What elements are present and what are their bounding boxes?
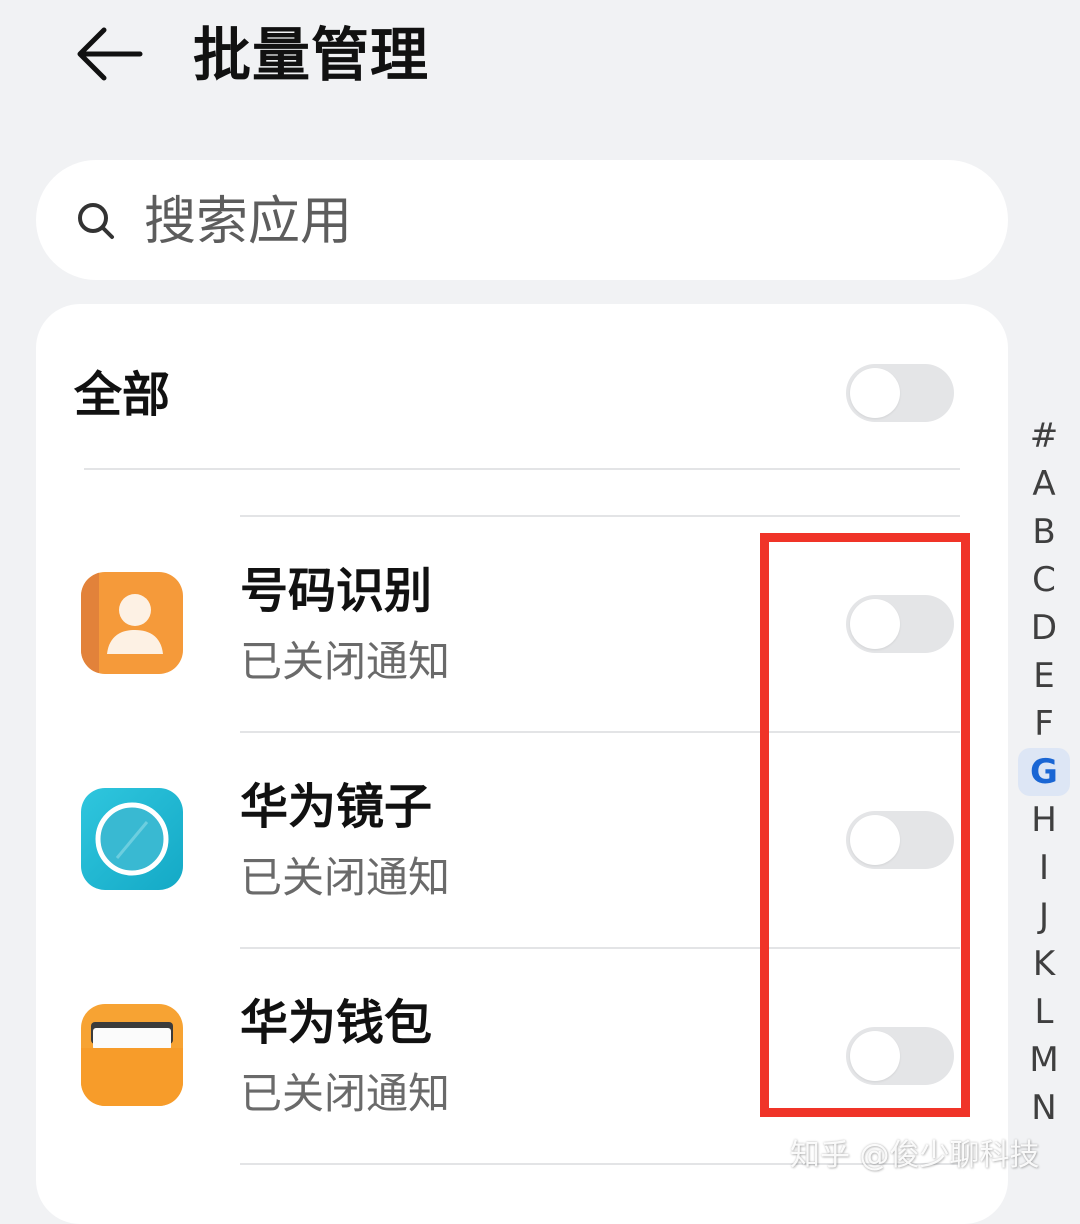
index-letter[interactable]: J: [1018, 892, 1070, 940]
index-letter[interactable]: A: [1018, 460, 1070, 508]
index-letter[interactable]: #: [1018, 412, 1070, 460]
app-name: 号码识别: [240, 563, 433, 619]
alphabet-index-bar[interactable]: # A B C D E F G H I J K L M N: [1018, 412, 1070, 1132]
index-letter[interactable]: N: [1018, 1084, 1070, 1132]
watermark: 知乎 @俊少聊科技: [790, 1138, 1040, 1173]
app-status: 已关闭通知: [240, 853, 451, 902]
wallet-icon: [81, 1004, 183, 1106]
highlight-box: [760, 533, 970, 1117]
index-letter[interactable]: M: [1018, 1036, 1070, 1084]
app-status: 已关闭通知: [240, 1069, 451, 1118]
search-icon: [78, 203, 114, 239]
contact-person-icon: [81, 572, 183, 674]
title-bar: 批量管理: [0, 0, 1080, 120]
index-letter[interactable]: I: [1018, 844, 1070, 892]
all-label: 全部: [74, 367, 171, 423]
index-letter[interactable]: H: [1018, 796, 1070, 844]
index-letter-active[interactable]: G: [1018, 748, 1070, 796]
index-letter[interactable]: K: [1018, 940, 1070, 988]
divider: [84, 468, 960, 470]
back-button[interactable]: [70, 20, 146, 90]
page-title: 批量管理: [193, 21, 430, 89]
app-name: 华为钱包: [240, 995, 433, 1051]
index-letter[interactable]: F: [1018, 700, 1070, 748]
index-letter[interactable]: D: [1018, 604, 1070, 652]
index-letter[interactable]: C: [1018, 556, 1070, 604]
app-name: 华为镜子: [240, 779, 433, 835]
arrow-left-icon: [77, 27, 143, 81]
index-letter[interactable]: E: [1018, 652, 1070, 700]
all-toggle-switch[interactable]: [846, 364, 954, 422]
search-input[interactable]: [130, 182, 944, 262]
toggle-knob: [850, 368, 900, 418]
index-letter[interactable]: L: [1018, 988, 1070, 1036]
index-letter[interactable]: B: [1018, 508, 1070, 556]
mirror-icon: [81, 788, 183, 890]
app-status: 已关闭通知: [240, 637, 451, 686]
